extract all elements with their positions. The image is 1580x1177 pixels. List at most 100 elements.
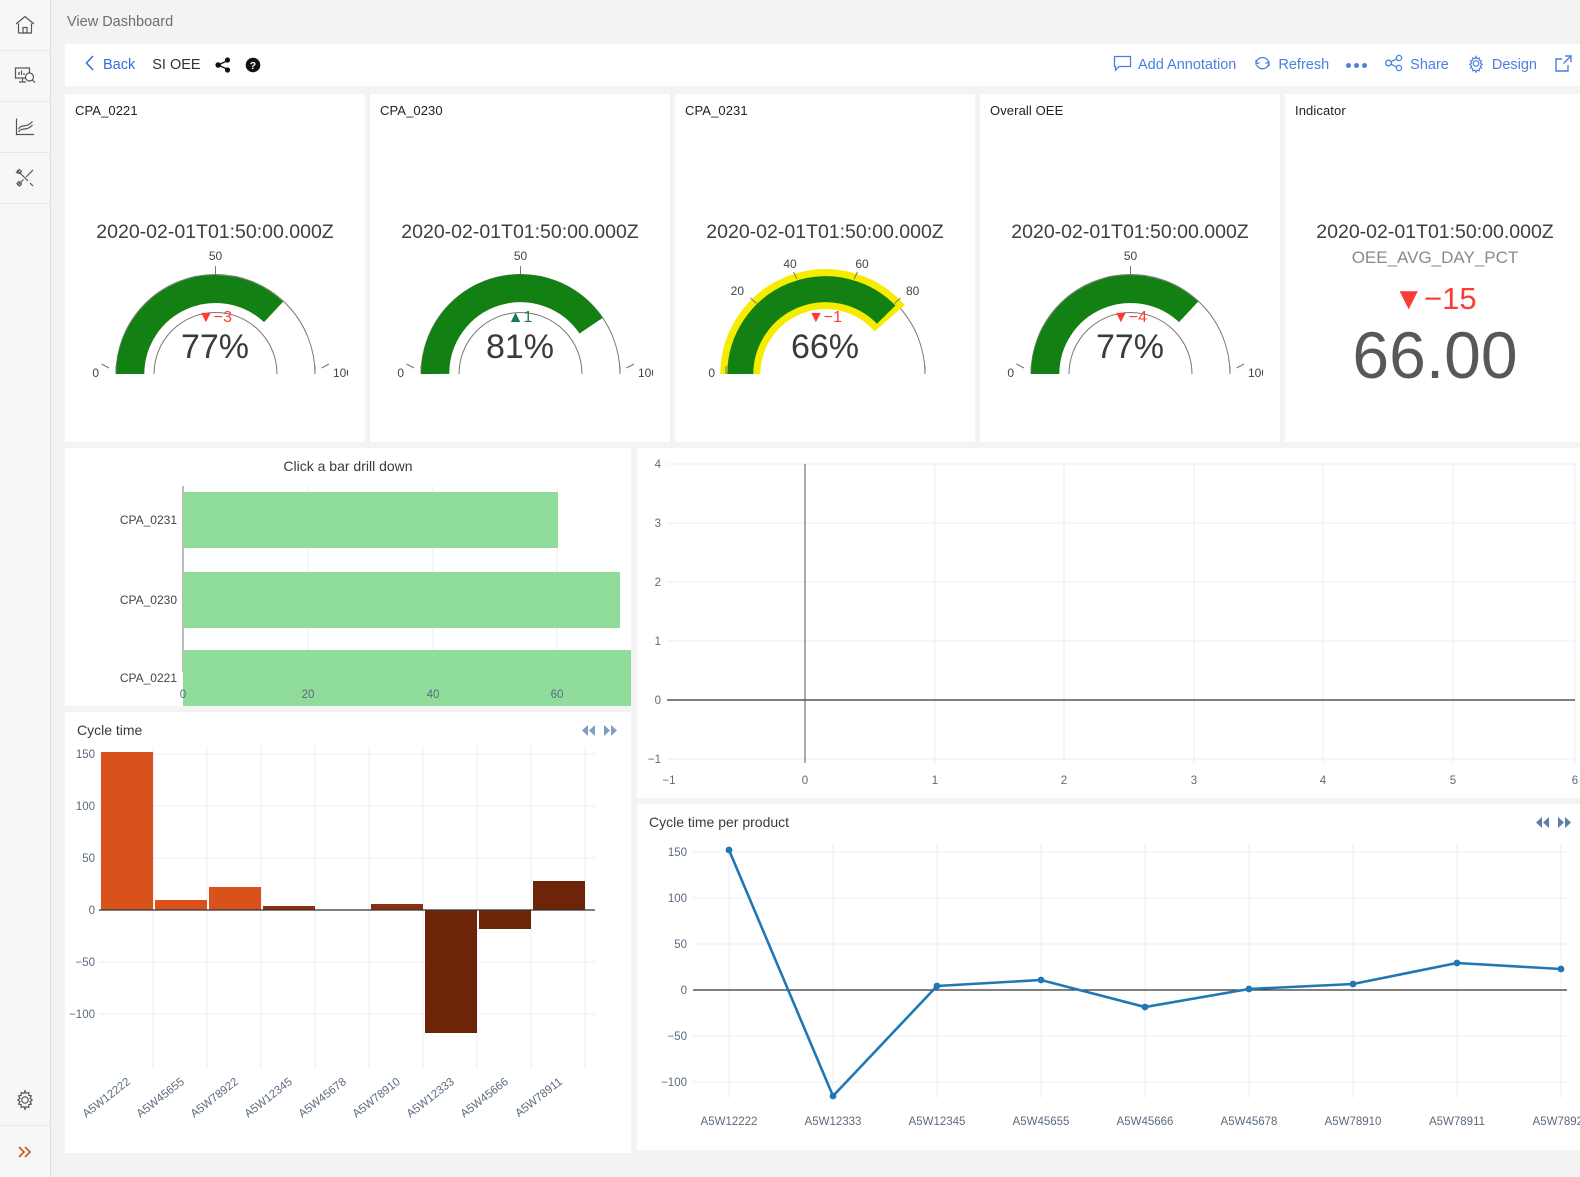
nav-tools[interactable] <box>0 153 51 204</box>
svg-text:2: 2 <box>655 577 661 589</box>
left-nav-rail <box>0 0 51 1177</box>
svg-text:50: 50 <box>674 939 687 951</box>
svg-text:150: 150 <box>668 847 687 859</box>
nav-expand[interactable] <box>0 1126 51 1177</box>
refresh-button[interactable]: Refresh <box>1253 54 1329 76</box>
add-annotation-label: Add Annotation <box>1138 57 1237 73</box>
cycle-time-line-plot[interactable]: 150 100 50 0 −50 −100 A5W12222 A5W12333 … <box>637 830 1580 1150</box>
gauge-wrapper: 0 50 100 ▼−3 77% <box>65 246 365 391</box>
card-title: Indicator <box>1295 103 1346 118</box>
nav-home[interactable] <box>0 0 51 51</box>
svg-text:2: 2 <box>1061 775 1067 787</box>
nav-analytics[interactable] <box>0 102 51 153</box>
chevron-left-icon <box>83 54 96 77</box>
expand-chevrons-icon <box>14 1141 36 1163</box>
svg-text:A5W45666: A5W45666 <box>1117 1116 1174 1128</box>
chart-card-empty-plot[interactable]: 4 3 2 1 0 −1 −1 0 1 2 3 4 5 6 <box>637 448 1580 798</box>
bar-A5W78922[interactable] <box>209 887 261 910</box>
empty-plot[interactable]: 4 3 2 1 0 −1 −1 0 1 2 3 4 5 6 <box>637 448 1580 798</box>
bar-A5W45666[interactable] <box>479 910 531 929</box>
home-icon <box>13 13 37 37</box>
svg-text:50: 50 <box>82 853 95 865</box>
back-button[interactable]: Back <box>83 54 135 77</box>
gauge-value: 77% <box>1095 328 1165 366</box>
svg-text:A5W45655: A5W45655 <box>1013 1116 1070 1128</box>
svg-text:40: 40 <box>783 257 797 271</box>
svg-text:A5W45678: A5W45678 <box>1221 1116 1278 1128</box>
svg-text:20: 20 <box>730 284 744 298</box>
tools-icon <box>13 166 37 190</box>
svg-text:A5W12222: A5W12222 <box>81 1076 133 1120</box>
point-A5W12222[interactable] <box>725 846 733 854</box>
point-A5W78910[interactable] <box>1349 980 1357 988</box>
gauge-value: 77% <box>180 328 250 366</box>
prev-page-icon[interactable] <box>580 723 597 738</box>
cycle-time-bars[interactable] <box>101 752 585 1033</box>
drill-bar-plot[interactable]: CPA_0231 CPA_0230 CPA_0221 <box>65 474 631 706</box>
point-A5W45666[interactable] <box>1141 1003 1149 1011</box>
bar-cpa-0231[interactable] <box>183 492 558 548</box>
point-A5W45655[interactable] <box>1037 976 1045 984</box>
more-options-button[interactable] <box>1346 62 1368 68</box>
cycle-time-header: Cycle time <box>65 712 631 738</box>
svg-text:60: 60 <box>855 257 869 271</box>
cycle-time-title: Cycle time <box>77 722 143 738</box>
cycle-time-line-header: Cycle time per product <box>637 804 1580 830</box>
popout-button[interactable] <box>1554 54 1573 77</box>
kpi-card-overall-oee[interactable]: Overall OEE 2020-02-01T01:50:00.000Z 0 5… <box>980 94 1280 442</box>
next-page-icon[interactable] <box>1556 815 1573 830</box>
point-A5W12345[interactable] <box>933 982 941 990</box>
chart-card-cycle-time[interactable]: Cycle time 150 100 50 0 −50 −100 A5W1222… <box>65 712 631 1153</box>
kpi-body: 2020-02-01T01:50:00.000Z <box>675 118 975 413</box>
bar-cpa-0230[interactable] <box>183 572 620 628</box>
svg-text:A5W78911: A5W78911 <box>1429 1116 1485 1128</box>
bar-A5W78910[interactable] <box>371 904 423 910</box>
kpi-card-cpa-0230[interactable]: CPA_0230 2020-02-01T01:50:00.000Z 0 50 1… <box>370 94 670 442</box>
svg-text:100: 100 <box>333 366 348 380</box>
back-label: Back <box>103 57 136 73</box>
toolbar-right-group: Add Annotation Refresh Share Design <box>1113 54 1573 77</box>
design-button[interactable]: Design <box>1466 54 1537 77</box>
bar-A5W78911[interactable] <box>533 881 585 910</box>
line-yticks: 150 100 50 0 −50 −100 <box>661 847 687 1089</box>
svg-text:40: 40 <box>427 689 440 701</box>
design-label: Design <box>1491 57 1537 73</box>
point-A5W12333[interactable] <box>829 1092 837 1100</box>
nav-monitor[interactable] <box>0 51 51 102</box>
svg-text:4: 4 <box>655 459 662 471</box>
help-circle-icon[interactable]: ? <box>245 57 261 73</box>
refresh-icon <box>1253 54 1272 76</box>
gauge-wrapper: 0 50 100 ▼−4 77% <box>980 246 1280 391</box>
point-A5W78922[interactable] <box>1557 965 1565 973</box>
share-button[interactable]: Share <box>1384 54 1449 76</box>
bar-A5W45655[interactable] <box>155 900 207 910</box>
svg-text:−50: −50 <box>75 957 95 969</box>
gauge-readout: ▲1 81% <box>388 308 653 367</box>
chart-card-cycle-time-line[interactable]: Cycle time per product 150 100 50 0 −50 … <box>637 804 1580 1150</box>
point-A5W78911[interactable] <box>1453 959 1461 967</box>
cycle-time-plot[interactable]: 150 100 50 0 −50 −100 A5W12222 A5W45655 … <box>65 738 631 1153</box>
next-page-icon[interactable] <box>602 723 619 738</box>
svg-text:A5W12345: A5W12345 <box>909 1116 966 1128</box>
kpi-card-indicator[interactable]: Indicator 2020-02-01T01:50:00.000Z OEE_A… <box>1285 94 1580 442</box>
dot-3 <box>1362 62 1368 68</box>
add-annotation-button[interactable]: Add Annotation <box>1113 55 1236 76</box>
svg-text:60: 60 <box>551 689 564 701</box>
bar-A5W12333[interactable] <box>425 910 477 1033</box>
bar-cpa-0221[interactable] <box>183 650 631 706</box>
kpi-card-cpa-0221[interactable]: CPA_0221 2020-02-01T01:50:00.000Z 0 50 1… <box>65 94 365 442</box>
kpi-body: 2020-02-01T01:50:00.000Z <box>370 118 670 413</box>
nav-settings[interactable] <box>0 1075 51 1126</box>
gauge-wrapper: 0 20 40 60 80 ▼−1 66% <box>675 246 975 391</box>
share-icon[interactable] <box>215 57 231 73</box>
kpi-timestamp: 2020-02-01T01:50:00.000Z <box>706 221 944 243</box>
prev-page-icon[interactable] <box>1534 815 1551 830</box>
kpi-card-cpa-0231[interactable]: CPA_0231 2020-02-01T01:50:00.000Z 0 20 4… <box>675 94 975 442</box>
bar-A5W12222[interactable] <box>101 752 153 910</box>
empty-plot-gridlines <box>667 462 1576 763</box>
svg-text:?: ? <box>249 60 255 72</box>
chart-card-drill-bar[interactable]: Click a bar drill down CPA_0231 CPA_0230… <box>65 448 631 706</box>
point-A5W45678[interactable] <box>1245 985 1253 993</box>
svg-text:3: 3 <box>655 518 661 530</box>
svg-text:−1: −1 <box>662 775 675 787</box>
